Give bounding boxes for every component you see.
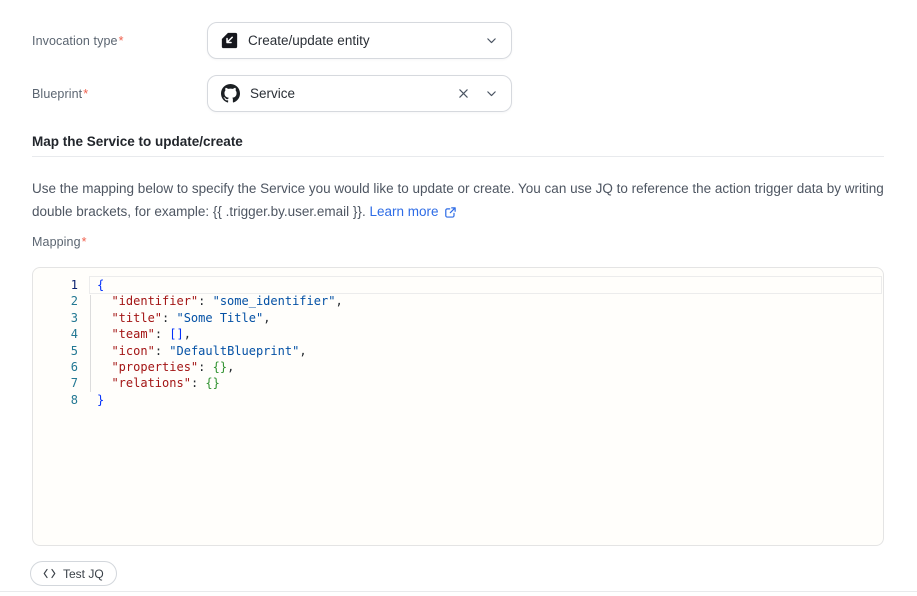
line-number: 8 [33, 392, 89, 408]
code-text: } [89, 392, 104, 408]
editor-line[interactable]: 4 "team": [], [33, 326, 883, 342]
invocation-type-select[interactable]: Create/update entity [207, 22, 512, 59]
code-text: { [89, 277, 104, 293]
mapping-label-text: Mapping [32, 235, 81, 249]
editor-line[interactable]: 5 "icon": "DefaultBlueprint", [33, 343, 883, 359]
create-update-entity-icon [221, 32, 238, 49]
code-text: "icon": "DefaultBlueprint", [89, 343, 307, 359]
blueprint-select[interactable]: Service [207, 75, 512, 112]
chevron-down-icon [485, 87, 498, 100]
test-jq-button[interactable]: Test JQ [30, 561, 117, 586]
required-asterisk: * [83, 87, 88, 101]
editor-line[interactable]: 7 "relations": {} [33, 375, 883, 391]
required-asterisk: * [82, 235, 87, 249]
line-number: 7 [33, 375, 89, 391]
bottom-divider [0, 591, 917, 592]
code-text: "title": "Some Title", [89, 310, 270, 326]
action-mapping-form: Invocation type* Create/update entity Bl… [0, 0, 917, 596]
mapping-code-editor[interactable]: 1{2 "identifier": "some_identifier",3 "t… [32, 267, 884, 546]
line-number: 5 [33, 343, 89, 359]
description-line-2-text: double brackets, for example: {{ .trigge… [32, 204, 366, 219]
chevron-down-icon [485, 34, 498, 47]
blueprint-label-text: Blueprint [32, 87, 82, 101]
test-jq-label: Test JQ [63, 567, 104, 581]
code-text: "team": [], [89, 326, 191, 342]
invocation-type-value: Create/update entity [248, 33, 370, 48]
learn-more-label: Learn more [369, 200, 438, 223]
required-asterisk: * [119, 34, 124, 48]
section-divider [32, 156, 884, 157]
editor-line[interactable]: 6 "properties": {}, [33, 359, 883, 375]
learn-more-link[interactable]: Learn more [369, 200, 456, 223]
blueprint-label: Blueprint* [32, 87, 88, 101]
clear-selection-icon[interactable] [457, 87, 470, 100]
editor-line[interactable]: 8} [33, 392, 883, 408]
github-icon [221, 84, 240, 103]
invocation-type-label-text: Invocation type [32, 34, 118, 48]
invocation-type-label: Invocation type* [32, 34, 124, 48]
section-heading: Map the Service to update/create [32, 134, 243, 149]
mapping-label: Mapping* [32, 235, 87, 249]
editor-line[interactable]: 1{ [33, 277, 883, 293]
blueprint-value: Service [250, 86, 295, 101]
line-number: 3 [33, 310, 89, 326]
editor-rows: 1{2 "identifier": "some_identifier",3 "t… [33, 268, 883, 408]
code-icon [43, 568, 56, 579]
description-line-2: double brackets, for example: {{ .trigge… [32, 200, 888, 223]
editor-line[interactable]: 3 "title": "Some Title", [33, 310, 883, 326]
line-number: 2 [33, 293, 89, 309]
code-text: "properties": {}, [89, 359, 234, 375]
editor-line[interactable]: 2 "identifier": "some_identifier", [33, 293, 883, 309]
code-text: "identifier": "some_identifier", [89, 293, 343, 309]
description-line-1: Use the mapping below to specify the Ser… [32, 177, 888, 200]
indent-guide [90, 295, 91, 392]
code-text: "relations": {} [89, 375, 220, 391]
line-number: 4 [33, 326, 89, 342]
section-description: Use the mapping below to specify the Ser… [32, 177, 888, 223]
line-number: 1 [33, 277, 89, 293]
line-number: 6 [33, 359, 89, 375]
external-link-icon [444, 206, 457, 219]
